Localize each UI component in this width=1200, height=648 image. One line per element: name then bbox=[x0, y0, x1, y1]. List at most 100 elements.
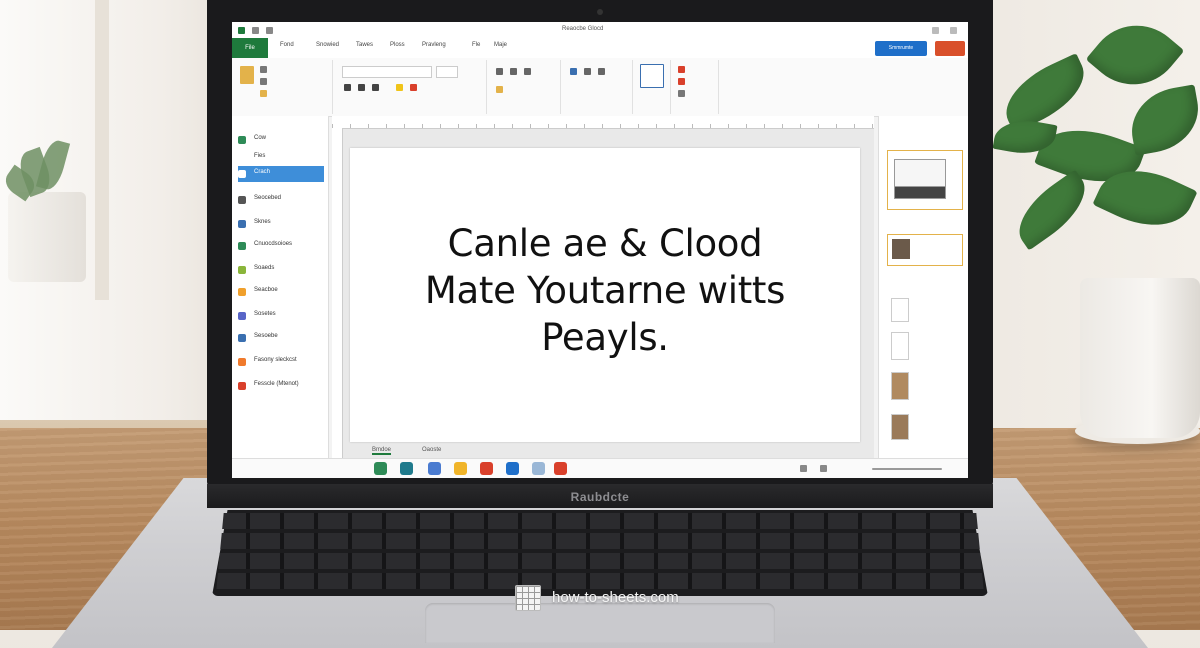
tab-file[interactable]: File bbox=[232, 38, 268, 58]
taskbar-app-icon[interactable] bbox=[374, 462, 387, 475]
page-thumbnail[interactable] bbox=[891, 414, 909, 440]
sidebar-item[interactable]: Fesscle (Mtenot) bbox=[238, 378, 324, 394]
tab-data[interactable]: Fle bbox=[472, 42, 480, 48]
ribbon-group-alignment bbox=[490, 60, 561, 114]
ribbon-group-number bbox=[564, 60, 633, 114]
sheet-tab[interactable]: Oaoste bbox=[422, 447, 441, 453]
webcam bbox=[597, 9, 603, 15]
page-thumbnail[interactable] bbox=[891, 298, 909, 322]
tab-review[interactable]: Maje bbox=[494, 42, 507, 48]
ribbon-group-cells bbox=[674, 60, 719, 114]
conditional-format-icon[interactable] bbox=[640, 64, 664, 88]
wrap-text-icon[interactable] bbox=[496, 86, 503, 93]
laptop-screen: Reaocbe Glocd File Fond Snowied Tawes Pl… bbox=[232, 22, 968, 478]
save-icon[interactable] bbox=[238, 27, 245, 34]
slide-thumbnail[interactable] bbox=[887, 150, 963, 210]
close-icon[interactable] bbox=[950, 27, 957, 34]
window-frame bbox=[95, 0, 109, 300]
bold-icon[interactable] bbox=[344, 84, 351, 91]
tab-home[interactable]: Fond bbox=[280, 42, 294, 48]
undo-icon[interactable] bbox=[252, 27, 259, 34]
ribbon-group-font bbox=[336, 60, 487, 114]
sidebar-item-label: Cow bbox=[254, 135, 267, 141]
font-color-icon[interactable] bbox=[410, 84, 417, 91]
sidebar-item[interactable]: Fies bbox=[238, 150, 324, 166]
taskbar-app-icon[interactable] bbox=[506, 462, 519, 475]
sidebar-item[interactable]: Soaeds bbox=[238, 262, 324, 278]
comma-icon[interactable] bbox=[598, 68, 605, 75]
slide-thumbnail[interactable] bbox=[887, 234, 963, 266]
sidebar-item-label: Fies bbox=[254, 153, 266, 159]
percent-icon[interactable] bbox=[584, 68, 591, 75]
tab-insert[interactable]: Snowied bbox=[316, 42, 339, 48]
taskbar-app-icon[interactable] bbox=[428, 462, 441, 475]
align-right-icon[interactable] bbox=[524, 68, 531, 75]
tab-page-layout[interactable]: Ploss bbox=[390, 42, 405, 48]
ribbon-group-clipboard bbox=[236, 60, 333, 114]
sidebar-item-icon bbox=[238, 266, 246, 274]
sidebar-item[interactable]: Seacboe bbox=[238, 284, 324, 300]
zoom-slider[interactable] bbox=[872, 468, 942, 470]
taskbar-app-icon[interactable] bbox=[454, 462, 467, 475]
page-thumbnail[interactable] bbox=[891, 372, 909, 400]
underline-icon[interactable] bbox=[372, 84, 379, 91]
font-name-dropdown[interactable] bbox=[342, 66, 432, 78]
view-layout-icon[interactable] bbox=[820, 465, 827, 472]
format-painter-icon[interactable] bbox=[260, 90, 267, 97]
sidebar-item[interactable]: Cnuocdsoioes bbox=[238, 238, 324, 254]
minimize-icon[interactable] bbox=[932, 27, 939, 34]
copy-icon[interactable] bbox=[260, 78, 267, 85]
sidebar-item[interactable]: Sesoebe bbox=[238, 330, 324, 346]
sidebar-item-label: Sknes bbox=[254, 219, 271, 225]
number-format-icon[interactable] bbox=[570, 68, 577, 75]
format-cells-icon[interactable] bbox=[678, 90, 685, 97]
sidebar-item[interactable]: Cow bbox=[238, 132, 324, 148]
keyboard-keys bbox=[216, 513, 984, 593]
vertical-ruler bbox=[332, 128, 343, 458]
document-canvas: Canle ae & Clood Mate Youtarne witts Pea… bbox=[332, 116, 874, 458]
sidebar-item-label: Sesoebe bbox=[254, 333, 278, 339]
sheet-tab[interactable]: Bmdoe bbox=[372, 447, 392, 455]
ribbon bbox=[232, 58, 968, 117]
watermark-text: how-to-sheets.com bbox=[552, 589, 679, 606]
align-center-icon[interactable] bbox=[510, 68, 517, 75]
cut-icon[interactable] bbox=[260, 66, 267, 73]
title-bar: Reaocbe Glocd bbox=[232, 22, 968, 39]
redo-icon[interactable] bbox=[266, 27, 273, 34]
sidebar-item-icon bbox=[238, 170, 246, 178]
taskbar-app-icon[interactable] bbox=[532, 462, 545, 475]
sidebar-item[interactable]: Sknes bbox=[238, 216, 324, 232]
taskbar-app-icon[interactable] bbox=[480, 462, 493, 475]
sidebar-item-selected[interactable]: Crach bbox=[238, 166, 324, 182]
insert-cells-icon[interactable] bbox=[678, 66, 685, 73]
window-title: Reaocbe Glocd bbox=[562, 26, 604, 32]
tab-formulas[interactable]: Pravleng bbox=[422, 42, 446, 48]
headline-line: Peayls. bbox=[541, 316, 669, 359]
sidebar-item-icon bbox=[238, 382, 246, 390]
account-button[interactable] bbox=[935, 41, 965, 56]
sidebar-item-icon bbox=[238, 288, 246, 296]
view-normal-icon[interactable] bbox=[800, 465, 807, 472]
sidebar-item[interactable]: Sosetes bbox=[238, 308, 324, 324]
horizontal-ruler bbox=[332, 116, 874, 129]
taskbar-app-icon[interactable] bbox=[554, 462, 567, 475]
fill-color-icon[interactable] bbox=[396, 84, 403, 91]
status-bar: Bmdoe Oaoste bbox=[232, 447, 968, 478]
sidebar-item-icon bbox=[238, 136, 246, 144]
trackpad bbox=[425, 603, 775, 643]
page-thumbnail[interactable] bbox=[891, 332, 909, 360]
headline-line: Canle ae & Clood bbox=[447, 222, 763, 265]
tab-draw[interactable]: Tawes bbox=[356, 42, 373, 48]
document-page[interactable]: Canle ae & Clood Mate Youtarne witts Pea… bbox=[350, 148, 860, 442]
sidebar-item[interactable]: Fasony sleckcst bbox=[238, 354, 324, 370]
font-size-dropdown[interactable] bbox=[436, 66, 458, 78]
sidebar-item[interactable]: Seocebed bbox=[238, 192, 324, 208]
paste-icon[interactable] bbox=[240, 66, 254, 84]
taskbar-app-icon[interactable] bbox=[400, 462, 413, 475]
italic-icon[interactable] bbox=[358, 84, 365, 91]
align-left-icon[interactable] bbox=[496, 68, 503, 75]
sidebar-item-icon bbox=[238, 242, 246, 250]
share-button[interactable]: Smmrumte bbox=[875, 41, 927, 56]
delete-cells-icon[interactable] bbox=[678, 78, 685, 85]
headline: Canle ae & Clood Mate Youtarne witts Pea… bbox=[350, 220, 860, 361]
